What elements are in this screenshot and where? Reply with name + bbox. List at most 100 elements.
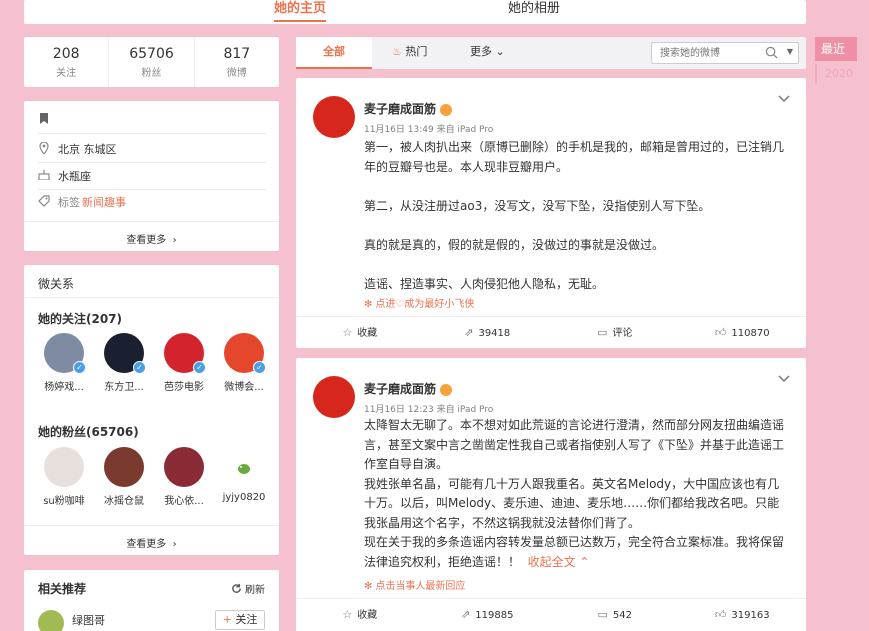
verified-icon: ✓	[73, 361, 86, 374]
favorite-button[interactable]: ☆ 收藏	[296, 317, 424, 348]
tab-all[interactable]: 全部	[296, 37, 372, 69]
stat-posts[interactable]: 817 微博	[195, 37, 279, 87]
post-actions: ☆ 收藏 ⇗ 119885 ▭ 542 👍︎ 319163	[296, 598, 806, 630]
author-name: 麦子磨成面筋	[364, 102, 437, 116]
location-row: 北京 东城区	[38, 140, 117, 157]
year-2020[interactable]: 2020	[815, 64, 857, 84]
tab-more[interactable]: 更多 ⌄	[470, 37, 505, 69]
note-text: 点击当事人最新回应	[375, 581, 466, 592]
recommend-title: 相关推荐	[38, 582, 87, 596]
avatar[interactable]	[313, 96, 355, 138]
following-name: 微博会...	[224, 382, 264, 393]
repost-count: 119885	[475, 610, 514, 621]
post-body: 第一，被人肉扒出来（原博已删除）的手机是我的，邮箱是曾用过的，已注销几年的豆瓣号…	[364, 138, 788, 294]
favorite-button[interactable]: ☆ 收藏	[296, 599, 424, 630]
stat-fans[interactable]: 65706 粉丝	[109, 37, 195, 87]
bookmark-row	[38, 113, 58, 127]
post-paragraph: 我姓张单名晶，可能有几十万人跟我重名。英文名Melody，大中国应该也有几十万。…	[364, 476, 780, 530]
repost-button[interactable]: ⇗ 119885	[424, 599, 552, 630]
tab-hot[interactable]: ♨ 热门	[392, 37, 427, 69]
post-author[interactable]: 麦子磨成面筋	[364, 380, 453, 397]
post-paragraph: 真的就是真的，假的就是假的，没做过的事就是没做过。	[364, 237, 665, 252]
fan-item[interactable]: su粉咖啡	[38, 447, 90, 507]
fan-name: su粉咖啡	[43, 496, 85, 507]
fan-name: 冰摇仓鼠	[104, 496, 144, 507]
relations-title: 微关系	[38, 277, 75, 291]
chevron-right-icon: ›	[169, 539, 177, 550]
avatar	[164, 447, 204, 487]
more-label: 查看更多	[126, 539, 167, 550]
avatar: ✓	[44, 333, 86, 374]
tag-link[interactable]: 新闻趣事	[82, 194, 126, 210]
follow-button[interactable]: + 关注	[215, 610, 265, 630]
fan-item[interactable]: jyjy0820	[218, 447, 270, 507]
comment-count: 542	[612, 610, 632, 621]
tag-icon	[38, 194, 50, 210]
divider	[38, 133, 266, 134]
following-item[interactable]: ✓ 芭莎电影	[158, 333, 210, 393]
fan-item[interactable]: 我心依...	[158, 447, 210, 507]
location-text: 北京 东城区	[58, 143, 117, 156]
comment-icon: ▭	[597, 608, 608, 621]
divider	[38, 162, 266, 163]
stat-num: 208	[52, 46, 80, 62]
following-item[interactable]: ✓ 杨婷戏...	[38, 333, 90, 393]
following-item[interactable]: ✓ 微博会...	[218, 333, 270, 393]
comment-button[interactable]: ▭ 评论	[551, 317, 679, 348]
following-title[interactable]: 她的关注(207)	[38, 310, 122, 327]
fan-item[interactable]: 冰摇仓鼠	[98, 447, 150, 507]
avatar[interactable]	[313, 376, 355, 418]
post-meta: 11月16日 12:23 来自 iPad Pro	[364, 405, 494, 415]
post-menu-chevron-icon[interactable]	[778, 92, 790, 107]
post-menu-chevron-icon[interactable]	[778, 372, 790, 387]
verified-icon: ✓	[193, 361, 206, 374]
search-icon[interactable]	[765, 46, 778, 62]
search-box: ▼	[651, 42, 799, 64]
following-item[interactable]: ✓ 东方卫...	[98, 333, 150, 393]
tag-row: 标签 新闻趣事	[38, 194, 126, 210]
chevron-down-icon: ⌄	[495, 45, 505, 58]
flower-icon: ✻	[364, 299, 373, 310]
avatar: ✓	[164, 333, 206, 374]
year-recent[interactable]: 最近	[815, 37, 857, 61]
recommend-user-name[interactable]: 绿图哥	[72, 612, 105, 628]
like-button[interactable]: 👍︎ 319163	[679, 599, 807, 630]
collapse-label: 收起全文	[527, 554, 576, 569]
post-note-link[interactable]: ✻ 点击当事人最新回应	[364, 577, 465, 592]
repost-button[interactable]: ⇗ 39418	[424, 317, 552, 348]
comment-button[interactable]: ▭ 542	[551, 599, 679, 630]
stat-label: 粉丝	[141, 68, 162, 79]
refresh-label: 刷新	[245, 585, 265, 596]
avatar	[224, 447, 264, 487]
search-input[interactable]	[652, 43, 762, 63]
tab-album[interactable]: 她的相册	[508, 0, 560, 16]
post-note-link[interactable]: ✻ 点进♡成为最好小飞侠	[364, 295, 474, 310]
star-icon: ☆	[342, 326, 353, 339]
refresh-button[interactable]: 刷新	[231, 581, 265, 596]
profile-more-link[interactable]: 查看更多 ›	[24, 231, 279, 246]
collapse-link[interactable]: 收起全文 ⌃	[528, 555, 590, 569]
post-paragraph: 第二，从没注册过ao3，没写文，没写下坠，没指使别人写下坠。	[364, 198, 711, 213]
like-button[interactable]: 👍︎ 110870	[679, 317, 807, 348]
favorite-label: 收藏	[357, 610, 378, 621]
post-paragraph: 造谣、捏造事实、人肉侵犯他人隐私，无耻。	[364, 276, 605, 291]
cake-icon	[38, 169, 50, 183]
plus-icon: +	[222, 613, 232, 626]
fans-title[interactable]: 她的粉丝(65706)	[38, 423, 139, 440]
following-name: 东方卫...	[104, 382, 144, 393]
stat-following[interactable]: 208 关注	[24, 37, 110, 87]
feed-filter-bar: 全部 ♨ 热门 更多 ⌄ ▼	[296, 37, 806, 69]
comment-icon: ▭	[597, 326, 608, 339]
recommend-panel: 相关推荐 刷新 绿图哥 + 关注	[24, 570, 279, 631]
following-list: ✓ 杨婷戏... ✓ 东方卫... ✓ 芭莎电影 ✓ 微博会...	[38, 333, 270, 393]
post-author[interactable]: 麦子磨成面筋	[364, 100, 453, 117]
relations-more-link[interactable]: 查看更多 ›	[24, 535, 279, 550]
tab-home[interactable]: 她的主页	[274, 0, 327, 22]
thumbs-up-icon: 👍︎	[714, 608, 727, 621]
profile-stats: 208 关注 65706 粉丝 817 微博	[24, 37, 279, 87]
stat-label: 微博	[226, 68, 247, 79]
avatar: ✓	[224, 333, 266, 374]
avatar[interactable]	[38, 610, 64, 631]
post-paragraph: 第一，被人肉扒出来（原博已删除）的手机是我的，邮箱是曾用过的，已注销几年的豆瓣号…	[364, 140, 785, 174]
search-dropdown-icon[interactable]: ▼	[787, 47, 793, 56]
